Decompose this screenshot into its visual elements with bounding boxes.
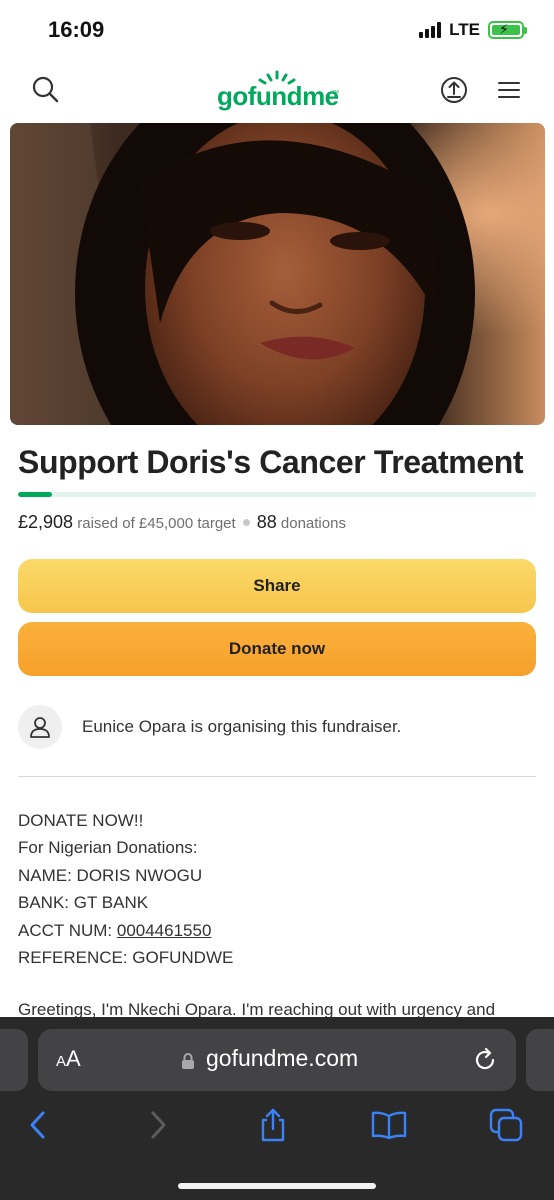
previous-tab-preview[interactable] bbox=[0, 1029, 28, 1091]
target-text: raised of £45,000 target bbox=[77, 515, 236, 532]
gofundme-logo[interactable]: gofundme ™ bbox=[217, 70, 341, 114]
donate-now-button[interactable]: Donate now bbox=[18, 622, 536, 676]
address-bar[interactable]: AA gofundme.com bbox=[38, 1029, 516, 1091]
reload-icon[interactable] bbox=[472, 1046, 498, 1079]
account-number-line: ACCT NUM: 0004461550 bbox=[18, 917, 538, 944]
back-icon[interactable] bbox=[18, 1105, 58, 1145]
donations-count: 88 bbox=[256, 512, 277, 532]
story-line: BANK: GT BANK bbox=[18, 893, 149, 913]
story-line: REFERENCE: GOFUNDWE bbox=[18, 947, 234, 967]
story-line: For Nigerian Donations: bbox=[18, 838, 198, 858]
signal-icon bbox=[419, 22, 442, 38]
story-line: DONATE NOW!! bbox=[18, 811, 144, 830]
divider bbox=[18, 776, 536, 777]
next-tab-preview[interactable] bbox=[526, 1029, 554, 1091]
status-indicators: LTE ⚡ bbox=[419, 20, 527, 40]
progress-bar bbox=[18, 492, 536, 497]
donations-label: donations bbox=[280, 515, 346, 532]
account-number-link[interactable]: 0004461550 bbox=[117, 921, 212, 940]
story-line: NAME: DORIS NWOGU bbox=[18, 865, 203, 885]
acct-label: ACCT NUM: bbox=[18, 920, 117, 940]
campaign-title: Support Doris's Cancer Treatment bbox=[18, 444, 524, 480]
share-button[interactable]: Share bbox=[18, 559, 536, 613]
separator-dot bbox=[242, 519, 250, 526]
network-label: LTE bbox=[449, 20, 480, 39]
fundraising-stats: £2,908 raised of £45,000 target 88 donat… bbox=[18, 512, 346, 533]
forward-icon[interactable] bbox=[138, 1105, 178, 1145]
menu-icon[interactable] bbox=[494, 74, 526, 106]
url-text: gofundme.com bbox=[206, 1045, 359, 1071]
browser-toolbar: AA gofundme.com bbox=[0, 1017, 554, 1200]
progress-bar-fill bbox=[18, 492, 52, 497]
reader-aa-button[interactable]: AA bbox=[56, 1046, 81, 1072]
search-icon[interactable] bbox=[30, 74, 62, 106]
lock-icon bbox=[181, 1052, 195, 1075]
campaign-hero-image bbox=[10, 123, 545, 425]
home-indicator bbox=[178, 1183, 376, 1189]
amount-raised: £2,908 bbox=[18, 512, 74, 532]
battery-charging-icon: ⚡ bbox=[488, 21, 527, 39]
site-header: gofundme ™ bbox=[0, 62, 554, 122]
status-bar: 16:09 LTE ⚡ bbox=[0, 0, 554, 62]
share-icon[interactable] bbox=[253, 1105, 293, 1145]
bookmarks-icon[interactable] bbox=[369, 1105, 409, 1145]
user-avatar-icon bbox=[18, 705, 62, 749]
tabs-icon[interactable] bbox=[486, 1105, 526, 1145]
share-upload-icon[interactable] bbox=[438, 74, 470, 106]
status-time: 16:09 bbox=[48, 17, 105, 42]
campaign-story: DONATE NOW!! For Nigerian Donations: NAM… bbox=[18, 807, 538, 971]
logo-text: gofundme bbox=[217, 81, 339, 111]
organiser-row: Eunice Opara is organising this fundrais… bbox=[18, 705, 536, 749]
organiser-text: Eunice Opara is organising this fundrais… bbox=[82, 717, 402, 736]
